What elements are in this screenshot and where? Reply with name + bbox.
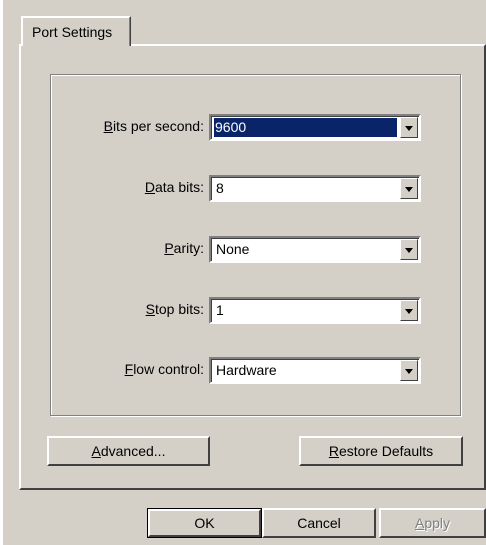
chevron-down-icon[interactable] <box>400 239 418 260</box>
row-bits-per-second: Bits per second: 9600 <box>3 114 486 141</box>
flow-control-value: Hardware <box>216 362 277 378</box>
ok-label: OK <box>148 509 261 537</box>
stop-bits-select[interactable]: 1 <box>209 297 421 324</box>
row-data-bits: Data bits: 8 <box>3 175 486 202</box>
data-bits-select[interactable]: 8 <box>209 175 421 202</box>
bits-per-second-select[interactable]: 9600 <box>209 114 421 141</box>
restore-defaults-button[interactable]: Restore Defaults <box>299 436 463 466</box>
bits-per-second-value: 9600 <box>213 117 398 138</box>
apply-button[interactable]: Apply <box>379 508 486 538</box>
row-stop-bits: Stop bits: 1 <box>3 297 486 324</box>
data-bits-label: Data bits: <box>144 179 204 195</box>
tab-port-settings[interactable]: Port Settings <box>21 16 131 46</box>
dialog-window: Port Settings Bits per second: 9600 Data… <box>3 0 486 545</box>
data-bits-value: 8 <box>216 180 224 196</box>
chevron-down-icon[interactable] <box>400 178 418 199</box>
flow-control-label: Flow control: <box>124 361 204 377</box>
parity-value: None <box>216 241 250 257</box>
bits-per-second-label: Bits per second: <box>103 118 204 134</box>
stop-bits-label: Stop bits: <box>145 301 204 317</box>
advanced-button[interactable]: Advanced... <box>47 436 210 466</box>
parity-label: Parity: <box>164 240 204 256</box>
chevron-down-icon[interactable] <box>400 117 418 138</box>
parity-select[interactable]: None <box>209 236 421 263</box>
stop-bits-value: 1 <box>216 302 224 318</box>
flow-control-select[interactable]: Hardware <box>209 357 421 384</box>
row-flow-control: Flow control: Hardware <box>3 357 486 384</box>
ok-button[interactable]: OK <box>147 508 262 538</box>
cancel-button[interactable]: Cancel <box>262 508 376 538</box>
row-parity: Parity: None <box>3 236 486 263</box>
tab-label: Port Settings <box>32 24 113 40</box>
chevron-down-icon[interactable] <box>400 360 418 381</box>
chevron-down-icon[interactable] <box>400 300 418 321</box>
